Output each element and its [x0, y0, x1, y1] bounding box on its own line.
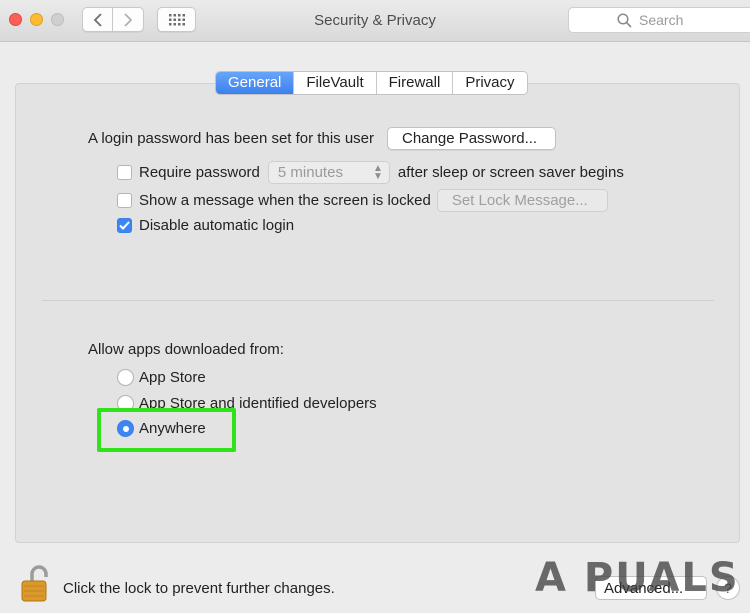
- disable-auto-login-label: Disable automatic login: [139, 217, 295, 234]
- radio-app-store-row: App Store: [117, 369, 206, 386]
- password-delay-select: 5 minutes ▲ ▼: [267, 161, 390, 184]
- allow-apps-heading: Allow apps downloaded from:: [88, 341, 284, 358]
- lock-status-text: Click the lock to prevent further change…: [63, 580, 335, 597]
- section-divider: [42, 300, 714, 301]
- tab-firewall[interactable]: Firewall: [376, 72, 454, 94]
- login-password-text: A login password has been set for this u…: [88, 130, 374, 147]
- tab-privacy[interactable]: Privacy: [453, 72, 527, 94]
- require-password-checkbox[interactable]: [117, 165, 132, 180]
- show-message-label: Show a message when the screen is locked: [139, 192, 431, 209]
- require-password-suffix: after sleep or screen saver begins: [397, 164, 624, 181]
- disable-auto-login-row: Disable automatic login: [117, 217, 294, 234]
- help-button[interactable]: ?: [716, 576, 740, 600]
- change-password-button[interactable]: Change Password...: [387, 127, 556, 150]
- show-message-row: Show a message when the screen is locked…: [117, 189, 608, 212]
- checkmark-icon: [119, 221, 130, 230]
- search-icon: [617, 13, 632, 28]
- tab-bar: General FileVault Firewall Privacy: [215, 71, 528, 95]
- require-password-row: Require password 5 minutes ▲ ▼ after slee…: [117, 161, 624, 184]
- show-message-checkbox[interactable]: [117, 193, 132, 208]
- unlocked-padlock-icon: [21, 565, 48, 602]
- set-lock-message-button: Set Lock Message...: [436, 189, 608, 212]
- require-password-label: Require password: [139, 164, 260, 181]
- login-password-row: A login password has been set for this u…: [88, 127, 556, 150]
- password-delay-value: 5 minutes: [277, 164, 343, 181]
- general-panel: A login password has been set for this u…: [15, 83, 740, 543]
- radio-app-store-label: App Store: [139, 369, 206, 386]
- search-input[interactable]: Search: [568, 7, 750, 33]
- security-privacy-window: Security & Privacy Search General FileVa…: [0, 0, 750, 613]
- advanced-button[interactable]: Advanced...: [595, 576, 707, 600]
- tab-filevault[interactable]: FileVault: [294, 72, 377, 94]
- highlight-box: [97, 408, 236, 452]
- title-bar: Security & Privacy Search: [0, 0, 750, 42]
- select-chevron-icon: ▲ ▼: [373, 163, 383, 182]
- radio-app-store[interactable]: [117, 369, 134, 386]
- disable-auto-login-checkbox[interactable]: [117, 218, 132, 233]
- tab-general[interactable]: General: [216, 72, 295, 94]
- search-placeholder: Search: [639, 12, 684, 28]
- lock-button[interactable]: [20, 565, 50, 608]
